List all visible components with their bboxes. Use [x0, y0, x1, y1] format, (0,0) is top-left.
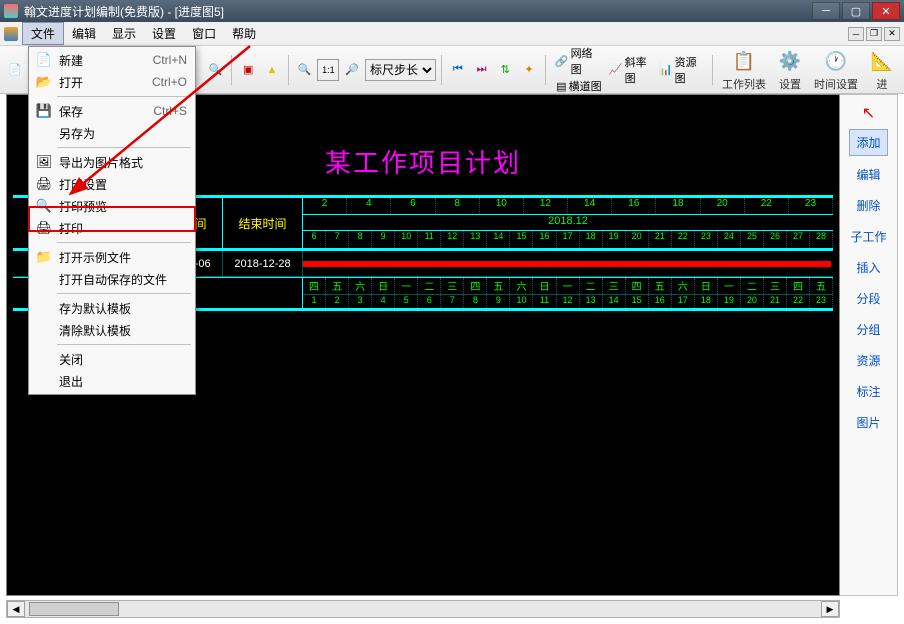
- menu-save-template[interactable]: 存为默认模板: [31, 297, 193, 319]
- tb-tool1-icon[interactable]: ▣: [237, 59, 259, 81]
- menu-edit[interactable]: 编辑: [64, 23, 104, 44]
- close-button[interactable]: ✕: [872, 2, 900, 20]
- tb-find-icon[interactable]: 🔍: [205, 59, 227, 81]
- mdi-controls: ─ ❐ ✕: [848, 27, 900, 41]
- slope-icon: 📈: [609, 63, 623, 76]
- network-view-button[interactable]: 🔗网络图: [555, 46, 603, 77]
- tb-nav2-icon[interactable]: ⏭: [471, 59, 493, 81]
- window-titlebar: 翰文进度计划编制(免费版) - [进度图5] ─ ▢ ✕: [0, 0, 904, 22]
- network-icon: 🔗: [555, 55, 569, 68]
- rp-edit[interactable]: 编辑: [850, 162, 886, 187]
- menu-open-autosave[interactable]: 打开自动保存的文件: [31, 268, 193, 290]
- rp-image[interactable]: 图片: [850, 410, 886, 435]
- tb-nav3-icon[interactable]: ⇅: [494, 59, 516, 81]
- cell-end: 2018-12-28: [223, 251, 303, 276]
- progress-icon: 📐: [868, 47, 896, 75]
- printer-icon: 🖨: [35, 219, 53, 237]
- menu-window[interactable]: 窗口: [184, 23, 224, 44]
- menu-clear-template[interactable]: 清除默认模板: [31, 319, 193, 341]
- menu-help[interactable]: 帮助: [224, 23, 264, 44]
- export-icon: 🖼: [35, 153, 53, 171]
- cursor-icon[interactable]: ↖: [862, 103, 875, 123]
- menu-export-image[interactable]: 🖼导出为图片格式: [31, 151, 193, 173]
- maximize-button[interactable]: ▢: [842, 2, 870, 20]
- open-folder-icon: 📂: [35, 73, 53, 91]
- gear-icon: ⚙️: [776, 47, 804, 75]
- menu-settings[interactable]: 设置: [144, 23, 184, 44]
- menu-open[interactable]: 📂打开Ctrl+O: [31, 71, 193, 93]
- plan-title: 某工作项目计划: [325, 143, 521, 180]
- menu-display[interactable]: 显示: [104, 23, 144, 44]
- rp-insert[interactable]: 插入: [850, 255, 886, 280]
- scroll-left-button[interactable]: ◀: [7, 601, 25, 617]
- menu-exit[interactable]: 退出: [31, 370, 193, 392]
- horizontal-scrollbar[interactable]: ◀ ▶: [6, 600, 840, 618]
- gantt-view-button[interactable]: ▤横道图: [556, 78, 601, 94]
- rp-annotate[interactable]: 标注: [850, 379, 886, 404]
- menu-save[interactable]: 💾保存Ctrl+S: [31, 100, 193, 122]
- slope-view-button[interactable]: 📈斜率图: [609, 54, 657, 86]
- rp-subwork[interactable]: 子工作: [844, 224, 892, 249]
- menu-open-example[interactable]: 📁打开示例文件: [31, 246, 193, 268]
- tb-nav1-icon[interactable]: ⏮: [447, 59, 469, 81]
- menu-new[interactable]: 📄新建Ctrl+N: [31, 49, 193, 71]
- mdi-minimize[interactable]: ─: [848, 27, 864, 41]
- file-dropdown-menu: 📄新建Ctrl+N 📂打开Ctrl+O 💾保存Ctrl+S 另存为 🖼导出为图片…: [28, 46, 196, 395]
- scroll-thumb[interactable]: [29, 602, 119, 616]
- scroll-right-button[interactable]: ▶: [821, 601, 839, 617]
- resource-view-button[interactable]: 📊资源图: [659, 54, 707, 86]
- menu-close[interactable]: 关闭: [31, 348, 193, 370]
- print-setup-icon: 🖨: [35, 175, 53, 193]
- mdi-restore[interactable]: ❐: [866, 27, 882, 41]
- menu-file[interactable]: 文件: [22, 22, 64, 45]
- menu-save-as[interactable]: 另存为: [31, 122, 193, 144]
- tb-tool2-icon[interactable]: ▲: [261, 59, 283, 81]
- tb-zoom11-icon[interactable]: 1:1: [317, 59, 339, 81]
- tb-new-icon[interactable]: 📄: [4, 59, 26, 81]
- right-panel: ↖ 添加 编辑 删除 子工作 插入 分段 分组 资源 标注 图片: [840, 94, 898, 596]
- save-icon: 💾: [35, 102, 53, 120]
- window-controls: ─ ▢ ✕: [812, 2, 900, 20]
- rp-group[interactable]: 分组: [850, 317, 886, 342]
- ruler-step-select[interactable]: 标尺步长: [365, 59, 436, 81]
- rp-resource[interactable]: 资源: [850, 348, 886, 373]
- progress-button[interactable]: 📐 进: [864, 47, 900, 92]
- rp-delete[interactable]: 删除: [850, 193, 886, 218]
- rp-add[interactable]: 添加: [849, 129, 887, 156]
- settings-button[interactable]: ⚙️ 设置: [772, 47, 808, 92]
- doc-icon: [4, 27, 18, 41]
- minimize-button[interactable]: ─: [812, 2, 840, 20]
- tb-zoomout-icon[interactable]: 🔍: [294, 59, 316, 81]
- new-file-icon: 📄: [35, 51, 53, 69]
- calendar-month: 2018.12: [303, 215, 833, 230]
- rp-segment[interactable]: 分段: [850, 286, 886, 311]
- app-icon: [4, 4, 18, 18]
- header-end: 结束时间: [223, 198, 303, 248]
- header-calendar: 24681012141618202223 2018.12 67891011121…: [303, 198, 833, 248]
- tb-zoomin-icon[interactable]: 🔎: [341, 59, 363, 81]
- gantt-icon: ▤: [556, 80, 566, 93]
- folder-icon: 📁: [35, 248, 53, 266]
- mdi-close[interactable]: ✕: [884, 27, 900, 41]
- clock-icon: 🕐: [822, 47, 850, 75]
- menubar: 文件 编辑 显示 设置 窗口 帮助 ─ ❐ ✕: [0, 22, 904, 46]
- worklist-button[interactable]: 📋 工作列表: [718, 47, 770, 92]
- time-settings-button[interactable]: 🕐 时间设置: [810, 47, 862, 92]
- gantt-bar[interactable]: [303, 261, 831, 267]
- window-title: 翰文进度计划编制(免费版) - [进度图5]: [24, 3, 812, 20]
- menu-print-preview[interactable]: 🔍打印预览: [31, 195, 193, 217]
- resource-icon: 📊: [659, 63, 673, 76]
- menu-print-setup[interactable]: 🖨打印设置: [31, 173, 193, 195]
- menu-print[interactable]: 🖨打印: [31, 217, 193, 239]
- worklist-icon: 📋: [730, 47, 758, 75]
- tb-nav4-icon[interactable]: ✦: [518, 59, 540, 81]
- preview-icon: 🔍: [35, 197, 53, 215]
